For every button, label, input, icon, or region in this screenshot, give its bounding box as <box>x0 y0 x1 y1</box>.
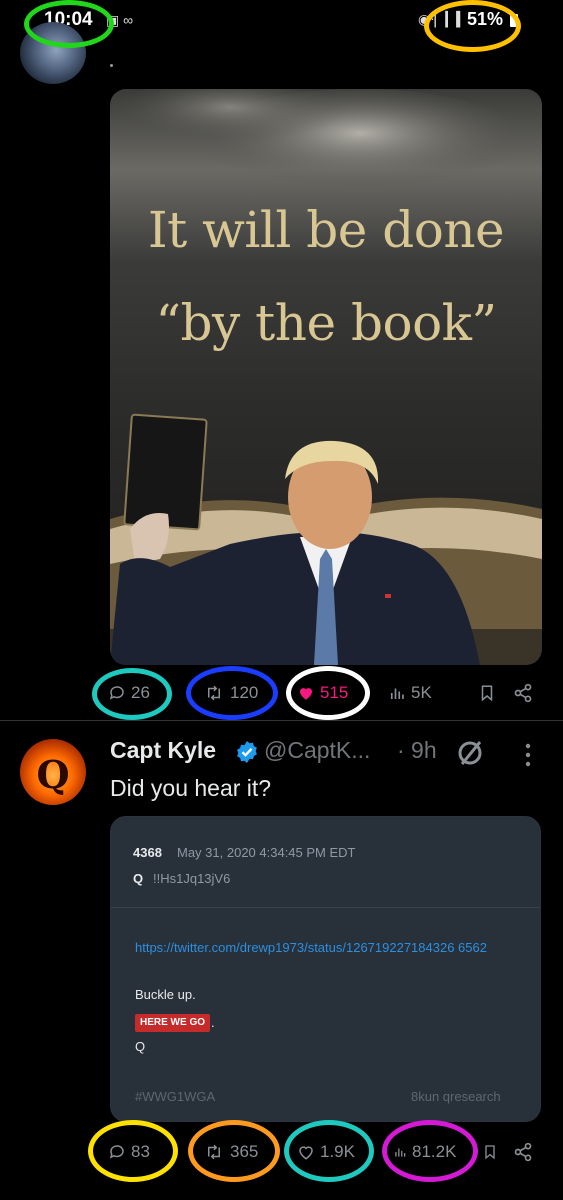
tweet-divider <box>0 720 563 721</box>
post-date: May 31, 2020 4:34:45 PM EDT <box>177 845 356 860</box>
like-icon <box>299 1146 313 1160</box>
like-count: 515 <box>320 683 349 702</box>
tripcode: !!Hs1Jq13jV6 <box>153 871 231 886</box>
like-button[interactable]: 515 <box>297 683 348 703</box>
quote-separator <box>111 907 540 908</box>
more-icon[interactable] <box>522 742 534 768</box>
like-icon <box>300 688 312 700</box>
repost-count: 120 <box>230 683 259 702</box>
avatar[interactable] <box>20 22 86 84</box>
reply-button[interactable]: 26 <box>108 683 150 703</box>
like-count: 1.9K <box>320 1142 355 1161</box>
reply-icon <box>109 686 124 700</box>
poster-name: Q <box>133 871 144 886</box>
reply-count: 83 <box>131 1142 150 1161</box>
status-bar: 10:04 ▣ ∞ ◉⋅▏▎▍ 51% <box>0 0 563 44</box>
repost-icon <box>208 1144 220 1160</box>
repost-button[interactable]: 365 <box>203 1142 258 1162</box>
bookmark-button[interactable] <box>478 683 496 703</box>
post-number: 4368 <box>133 845 162 860</box>
image-illustration <box>110 89 542 665</box>
reply-button[interactable]: 83 <box>108 1142 150 1162</box>
quote-tag: HERE WE GO <box>135 1014 211 1032</box>
quote-source: 8kun qresearch <box>411 1089 501 1104</box>
avatar-logo: Q <box>36 752 70 797</box>
reply-count: 26 <box>131 683 150 702</box>
notification-icons: ▣ ∞ <box>106 12 134 28</box>
share-button[interactable] <box>513 683 533 703</box>
quote-signature: Q <box>135 1039 146 1054</box>
quote-body: Buckle up. <box>135 987 196 1002</box>
tweet-image[interactable]: It will be done “by the book” <box>110 89 542 665</box>
bookmark-icon <box>485 1145 495 1160</box>
views-count: 5K <box>411 683 432 702</box>
quote-hashtag: #WWG1WGA <box>135 1089 216 1104</box>
verified-icon <box>237 741 257 763</box>
repost-button[interactable]: 120 <box>203 683 258 703</box>
tweet-text: Did you hear it? <box>110 775 272 801</box>
views-count: 81.2K <box>412 1142 457 1161</box>
grok-icon[interactable] <box>455 738 485 768</box>
quote-link[interactable]: https://twitter.com/drewp1973/status/126… <box>135 935 530 961</box>
views-button[interactable]: 5K <box>388 683 432 703</box>
views-icon <box>395 1148 406 1157</box>
bookmark-button[interactable] <box>482 1142 498 1162</box>
like-button[interactable]: 1.9K <box>297 1142 355 1162</box>
repost-count: 365 <box>230 1142 259 1161</box>
share-button[interactable] <box>513 1142 533 1162</box>
share-icon <box>514 683 532 703</box>
views-button[interactable]: 81.2K <box>393 1142 456 1162</box>
reply-icon <box>109 1145 124 1159</box>
share-icon <box>514 1142 532 1162</box>
views-icon <box>390 688 404 699</box>
image-caption-line1: It will be done <box>147 201 505 259</box>
battery-icon <box>510 14 518 27</box>
image-caption-line2: “by the book” <box>155 294 497 352</box>
author-handle[interactable]: @CaptK... <box>264 737 370 764</box>
bookmark-icon <box>481 685 493 702</box>
repost-icon <box>208 685 220 701</box>
quoted-post-image[interactable]: 4368 May 31, 2020 4:34:45 PM EDT Q !!Hs1… <box>110 816 541 1122</box>
separator-dot <box>110 64 113 67</box>
author-name[interactable]: Capt Kyle <box>110 737 216 764</box>
battery-level: 51% <box>467 9 504 29</box>
quote-tag-period: . <box>211 1015 215 1030</box>
signal-icon: ◉⋅▏▎▍ <box>418 11 467 27</box>
tweet-time[interactable]: · 9h <box>397 737 437 764</box>
